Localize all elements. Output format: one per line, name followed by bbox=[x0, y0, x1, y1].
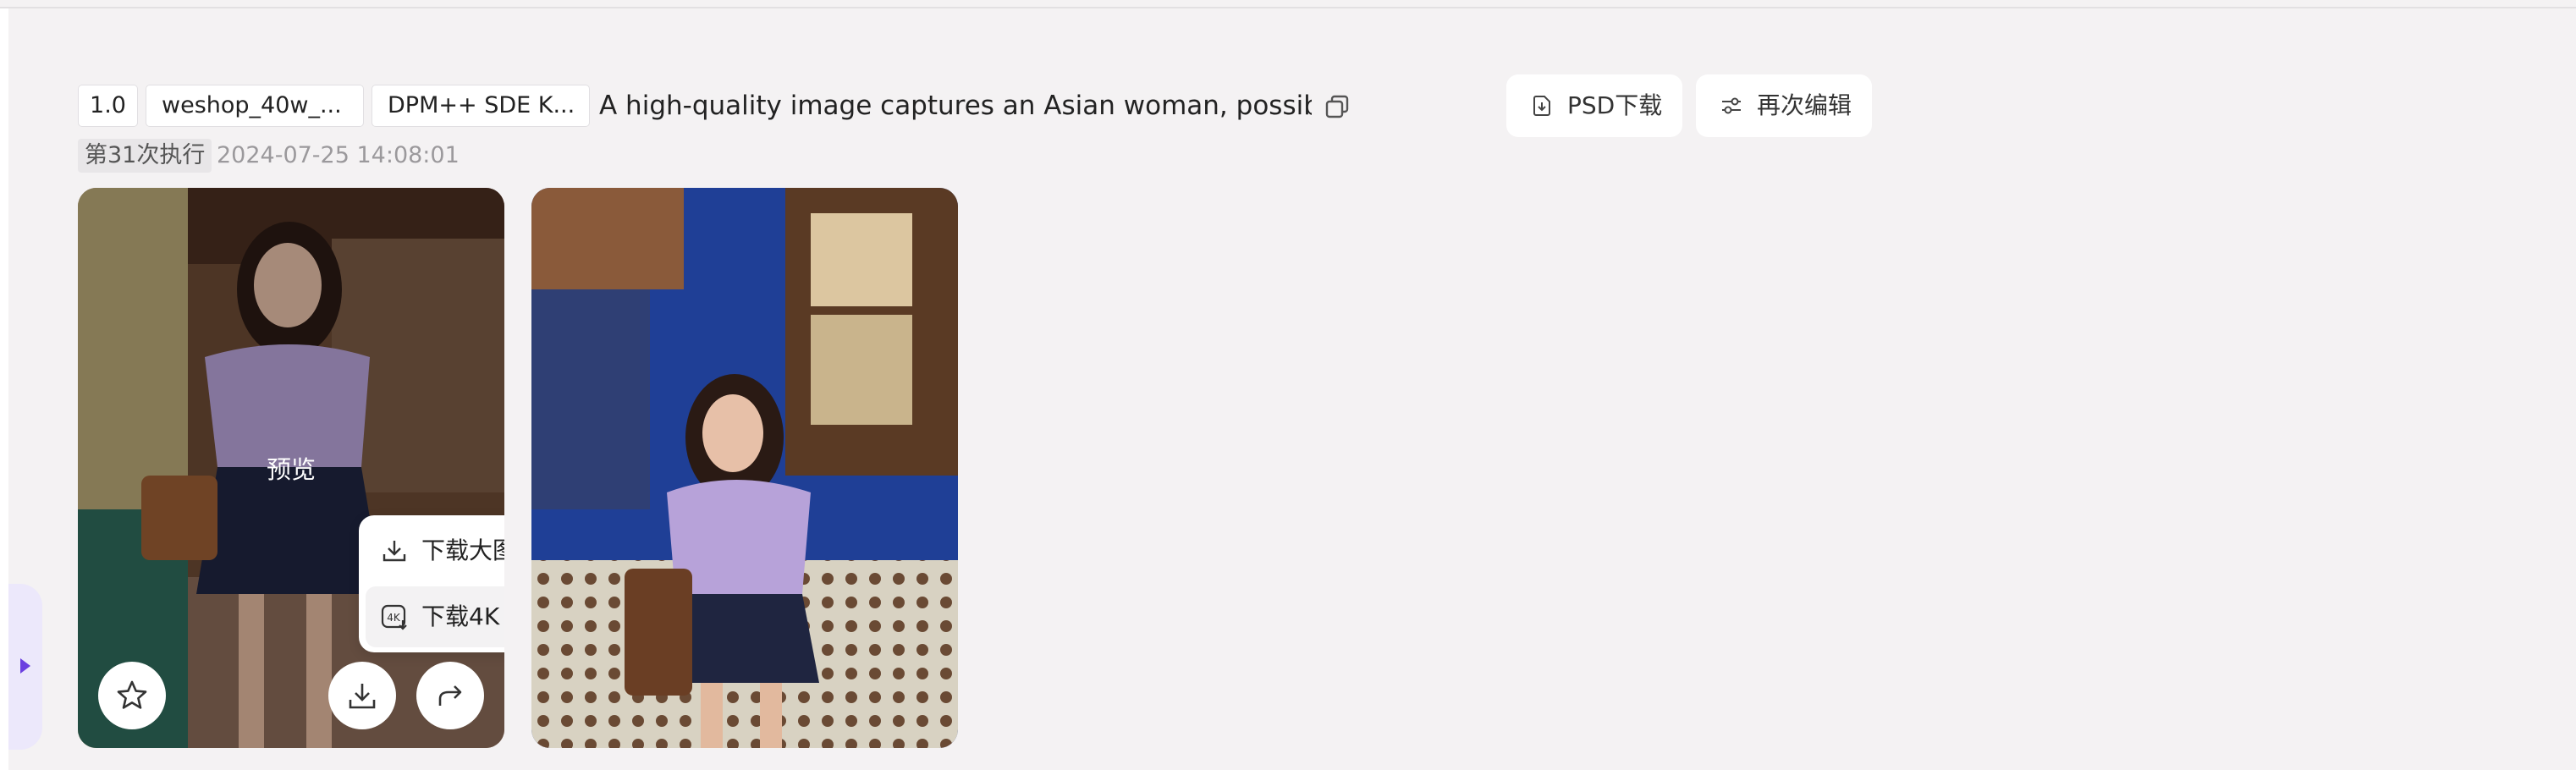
re-edit-button[interactable]: 再次编辑 bbox=[1696, 74, 1872, 137]
preview-label[interactable]: 预览 bbox=[78, 450, 504, 486]
generated-photo bbox=[531, 188, 958, 748]
star-icon bbox=[117, 680, 147, 709]
run-count-badge: 第31次执行 bbox=[78, 139, 212, 173]
download-icon bbox=[383, 541, 406, 562]
param-model: weshop_40w_... bbox=[146, 85, 364, 127]
top-divider bbox=[0, 0, 2576, 8]
sliders-icon bbox=[1722, 97, 1741, 114]
psd-download-button[interactable]: PSD下载 bbox=[1506, 74, 1682, 137]
download-large-item[interactable]: 下载大图 bbox=[366, 520, 504, 581]
download-menu: 下载大图 4K 下载4K bbox=[359, 515, 504, 652]
svg-text:4K: 4K bbox=[387, 612, 401, 624]
result-image-1[interactable]: 预览 下载大图 4K 下载4K bbox=[78, 188, 504, 748]
download-button[interactable] bbox=[328, 662, 396, 729]
param-sampler: DPM++ SDE K... bbox=[372, 85, 590, 127]
re-edit-label: 再次编辑 bbox=[1757, 91, 1852, 119]
share-button[interactable] bbox=[416, 662, 484, 729]
copy-icon[interactable] bbox=[1324, 93, 1351, 120]
4k-icon: 4K bbox=[381, 604, 407, 630]
run-timestamp: 2024-07-25 14:08:01 bbox=[217, 142, 460, 168]
share-icon bbox=[438, 685, 462, 706]
prompt-text: A high-quality image captures an Asian w… bbox=[599, 91, 1312, 121]
psd-download-icon bbox=[1533, 96, 1550, 116]
sidebar-toggle[interactable] bbox=[8, 584, 42, 750]
favorite-button[interactable] bbox=[98, 662, 166, 729]
download-4k-item[interactable]: 4K 下载4K bbox=[366, 586, 504, 647]
download-large-label: 下载大图 bbox=[421, 536, 504, 564]
expand-arrow-icon bbox=[20, 658, 30, 674]
download-icon bbox=[349, 684, 376, 709]
psd-download-label: PSD下载 bbox=[1567, 91, 1663, 119]
param-ratio: 1.0 bbox=[78, 85, 138, 127]
left-edge bbox=[0, 8, 8, 770]
result-image-2[interactable] bbox=[531, 188, 958, 748]
download-4k-label: 下载4K bbox=[421, 602, 500, 630]
